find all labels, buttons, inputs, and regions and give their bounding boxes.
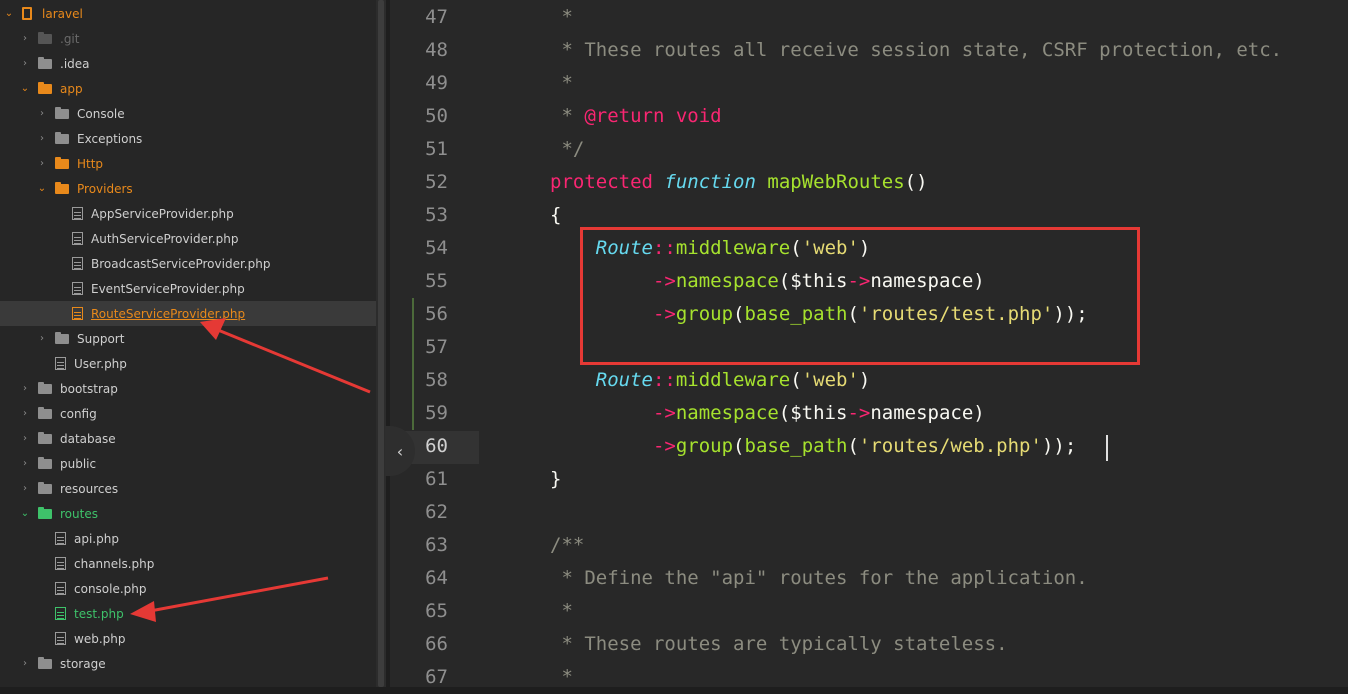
annotation-arrows (130, 318, 371, 622)
arrow-to-test-php (130, 576, 329, 622)
arrow-to-route-service-provider (200, 318, 371, 394)
